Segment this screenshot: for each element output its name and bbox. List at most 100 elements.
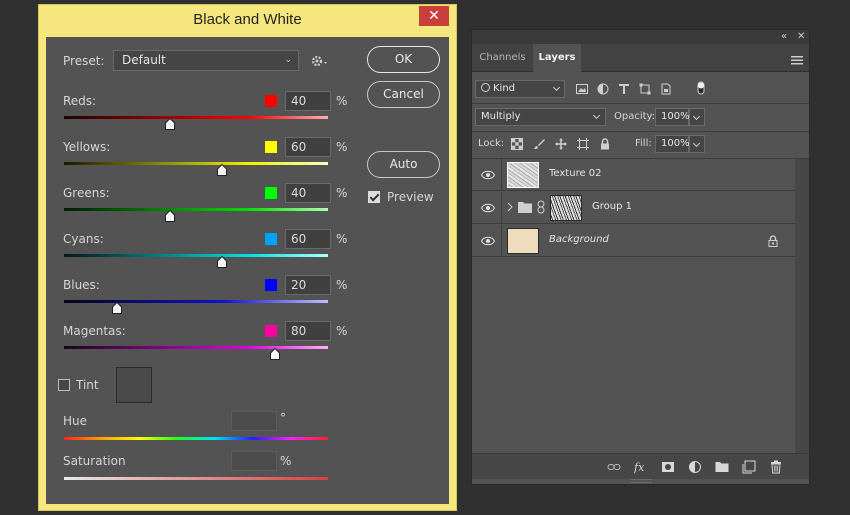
filter-kind-dropdown[interactable]: Kind xyxy=(475,80,565,98)
divider xyxy=(472,131,809,132)
chevron-down-icon xyxy=(592,111,601,120)
channel-row-yellows: Yellows: 60 % xyxy=(46,135,366,176)
lock-icon xyxy=(768,235,778,247)
eye-icon[interactable] xyxy=(481,170,495,180)
channel-swatch xyxy=(265,187,277,199)
type-filter-icon[interactable] xyxy=(618,83,630,95)
ok-button[interactable]: OK xyxy=(367,46,440,73)
panel-menu-icon[interactable] xyxy=(791,51,803,65)
link-layers-icon[interactable] xyxy=(607,460,621,474)
channel-slider-track[interactable] xyxy=(64,254,328,257)
layer-name: Texture 02 xyxy=(549,168,602,179)
slider-thumb[interactable] xyxy=(217,164,228,176)
channel-value-input[interactable]: 60 xyxy=(285,137,331,157)
lock-icon[interactable] xyxy=(599,138,611,150)
collapse-icon[interactable]: « xyxy=(781,30,787,44)
layer-row-group-1[interactable]: Group 1 xyxy=(472,192,795,224)
trash-icon[interactable] xyxy=(769,460,783,474)
dialog-body: Preset: Default ⌄ OK Cancel Auto Preview… xyxy=(46,37,449,504)
new-layer-icon[interactable] xyxy=(742,460,756,474)
add-mask-icon[interactable] xyxy=(661,460,675,474)
channel-label: Reds: xyxy=(63,94,97,108)
channel-value-input[interactable]: 40 xyxy=(285,183,331,203)
blend-mode-dropdown[interactable]: Multiply xyxy=(475,108,606,126)
eye-icon[interactable] xyxy=(481,236,495,246)
brush-icon[interactable] xyxy=(533,138,545,150)
cancel-button[interactable]: Cancel xyxy=(367,81,440,108)
hue-input[interactable] xyxy=(231,411,277,431)
channel-label: Magentas: xyxy=(63,324,126,338)
percent-label: % xyxy=(336,232,348,246)
channel-slider-track[interactable] xyxy=(64,300,328,303)
channel-value-input[interactable]: 20 xyxy=(285,275,331,295)
preset-dropdown[interactable]: Default ⌄ xyxy=(113,50,299,71)
channel-label: Cyans: xyxy=(63,232,104,246)
slider-thumb[interactable] xyxy=(217,256,228,268)
preview-checkbox[interactable] xyxy=(368,191,380,203)
slider-thumb[interactable] xyxy=(111,302,122,314)
tab-layers[interactable]: Layers xyxy=(533,44,581,72)
saturation-percent-label: % xyxy=(280,454,292,468)
smart-object-filter-icon[interactable] xyxy=(660,83,672,95)
panel-tabs: Channels Layers xyxy=(472,44,809,72)
dialog-title: Black and White xyxy=(193,11,302,28)
percent-label: % xyxy=(336,140,348,154)
opacity-dropdown-button[interactable] xyxy=(689,108,705,126)
layer-row-background[interactable]: Background xyxy=(472,225,795,257)
fx-icon[interactable]: fx xyxy=(634,460,648,474)
new-group-icon[interactable] xyxy=(715,460,729,474)
fill-label: Fill: xyxy=(635,138,652,149)
slider-thumb[interactable] xyxy=(164,210,175,222)
move-icon[interactable] xyxy=(555,138,567,150)
lock-transparent-pixels-icon[interactable] xyxy=(511,138,523,150)
chevron-right-icon[interactable] xyxy=(506,202,514,212)
percent-label: % xyxy=(336,186,348,200)
channel-swatch xyxy=(265,95,277,107)
adjustment-filter-icon[interactable] xyxy=(597,83,609,95)
percent-label: % xyxy=(336,278,348,292)
channel-row-reds: Reds: 40 % xyxy=(46,89,366,130)
channel-slider-track[interactable] xyxy=(64,346,328,349)
tab-channels[interactable]: Channels xyxy=(472,44,533,72)
gear-icon[interactable] xyxy=(310,53,332,69)
link-icon[interactable] xyxy=(537,200,545,214)
preset-label: Preset: xyxy=(63,54,105,68)
channel-label: Blues: xyxy=(63,278,100,292)
adjustment-layer-icon[interactable] xyxy=(688,460,702,474)
hue-slider-track[interactable] xyxy=(64,437,328,440)
saturation-slider-track[interactable] xyxy=(64,477,328,480)
channel-value-input[interactable]: 40 xyxy=(285,91,331,111)
channel-label: Greens: xyxy=(63,186,110,200)
saturation-input[interactable] xyxy=(231,451,277,471)
channel-slider-track[interactable] xyxy=(64,208,328,211)
eye-icon[interactable] xyxy=(481,203,495,213)
search-icon xyxy=(481,83,490,92)
opacity-input[interactable]: 100% xyxy=(655,108,690,126)
tint-checkbox[interactable] xyxy=(58,379,70,391)
channel-row-magentas: Magentas: 80 % xyxy=(46,319,366,360)
layer-row-texture-02[interactable]: Texture 02 xyxy=(472,159,795,191)
channel-slider-track[interactable] xyxy=(64,116,328,119)
chevron-down-icon xyxy=(552,83,561,92)
degree-label: ° xyxy=(280,411,286,425)
tint-color-swatch[interactable] xyxy=(116,367,152,403)
shape-filter-icon[interactable] xyxy=(639,83,651,95)
chevron-down-icon: ⌄ xyxy=(284,55,292,65)
fill-dropdown-button[interactable] xyxy=(689,135,705,153)
close-button[interactable]: ✕ xyxy=(419,6,449,26)
panel-resize-grip[interactable] xyxy=(630,479,652,483)
fill-input[interactable]: 100% xyxy=(655,135,690,153)
layer-thumbnail xyxy=(507,162,539,188)
filter-toggle-icon[interactable] xyxy=(696,80,706,96)
channel-value-input[interactable]: 60 xyxy=(285,229,331,249)
close-panel-icon[interactable]: ✕ xyxy=(797,30,805,44)
channel-value-input[interactable]: 80 xyxy=(285,321,331,341)
image-filter-icon[interactable] xyxy=(576,83,588,95)
slider-thumb[interactable] xyxy=(164,118,175,130)
slider-thumb[interactable] xyxy=(270,348,281,360)
layers-scrollbar[interactable] xyxy=(795,159,809,453)
channel-row-greens: Greens: 40 % xyxy=(46,181,366,222)
channel-slider-track[interactable] xyxy=(64,162,328,165)
auto-button[interactable]: Auto xyxy=(367,151,440,178)
artboard-icon[interactable] xyxy=(577,138,589,150)
